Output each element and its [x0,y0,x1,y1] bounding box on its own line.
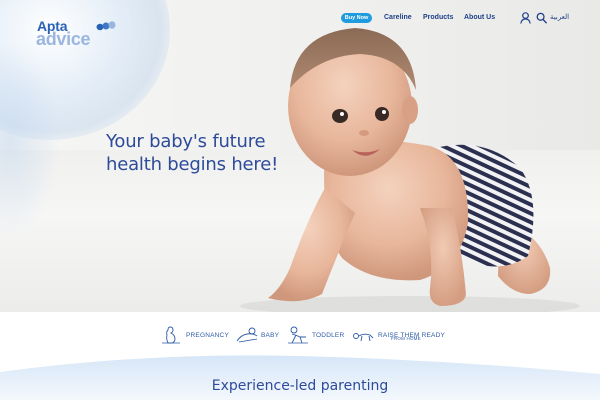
user-icon[interactable] [520,12,531,24]
toddler-icon [288,326,308,344]
logo-wordmark-advice: advice [36,29,91,49]
crawling-baby-icon [353,333,374,342]
category-baby[interactable]: BABY [235,322,279,348]
category-label: TODDLER [312,331,345,339]
hero-headline-line1: Your baby's future [106,131,266,152]
category-label: BABY [261,331,280,339]
hero-headline-line2: health begins here! [106,154,279,175]
pregnancy-icon [162,326,180,344]
category-pregnancy[interactable]: PREGNANCY [160,322,229,348]
nav-link-products[interactable]: Products [423,13,453,23]
buy-now-button[interactable]: Buy Now [341,13,372,23]
nav-link-careline[interactable]: Careline [384,13,412,23]
category-sublabel: FROM HOME [391,336,421,341]
category-toddler[interactable]: TODDLER [286,322,344,348]
category-raise-them-ready[interactable]: RAISE THEM READY [352,322,445,348]
section-title: Experience-led parenting [211,378,389,394]
language-switch-arabic[interactable]: العربية [550,13,569,23]
category-label: PREGNANCY [186,331,229,339]
search-icon[interactable] [536,12,547,24]
hero-headline: Your baby's future health begins here! [106,130,306,176]
nav-link-about-us[interactable]: About Us [464,13,495,23]
baby-icon [236,327,258,343]
apta-advice-logo[interactable]: Apta advice [36,18,116,52]
